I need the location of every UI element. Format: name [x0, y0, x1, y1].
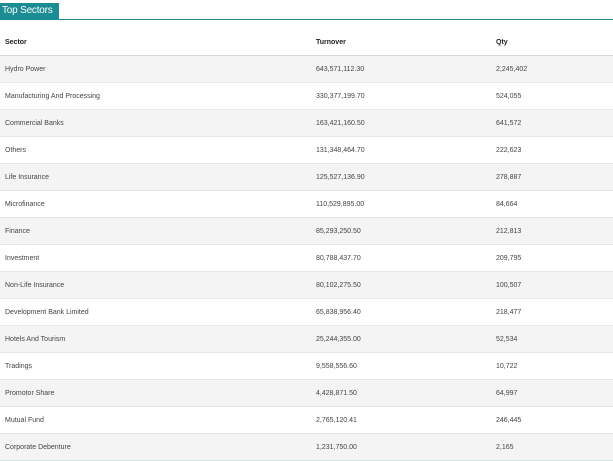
sector-cell: Corporate Debenture	[0, 433, 311, 461]
sector-cell: Others	[0, 136, 311, 164]
qty-cell: 218,477	[491, 298, 613, 326]
turnover-cell: 80,788,437.70	[311, 244, 491, 272]
column-header-turnover[interactable]: Turnover	[311, 29, 491, 56]
sector-cell: Investment	[0, 244, 311, 272]
table-row[interactable]: Mutual Fund 2,765,120.41 246,445	[0, 406, 613, 434]
qty-cell: 209,795	[491, 244, 613, 272]
top-sectors-panel: Top Sectors Sector Turnover Qty Hydro Po…	[0, 0, 613, 461]
qty-cell: 222,623	[491, 136, 613, 164]
table-row[interactable]: Microfinance 110,529,895.00 84,664	[0, 190, 613, 218]
turnover-cell: 85,293,250.50	[311, 217, 491, 245]
sector-cell: Life Insurance	[0, 163, 311, 191]
table-row[interactable]: Investment 80,788,437.70 209,795	[0, 244, 613, 272]
turnover-cell: 2,765,120.41	[311, 406, 491, 434]
qty-cell: 64,997	[491, 379, 613, 407]
qty-cell: 100,507	[491, 271, 613, 299]
turnover-cell: 131,348,464.70	[311, 136, 491, 164]
table-row[interactable]: Promotor Share 4,428,871.50 64,997	[0, 379, 613, 407]
turnover-cell: 4,428,871.50	[311, 379, 491, 407]
table-row[interactable]: Corporate Debenture 1,231,750.00 2,165	[0, 433, 613, 461]
sector-cell: Mutual Fund	[0, 406, 311, 434]
qty-cell: 2,245,402	[491, 55, 613, 83]
turnover-cell: 110,529,895.00	[311, 190, 491, 218]
turnover-cell: 80,102,275.50	[311, 271, 491, 299]
tab-bar: Top Sectors	[0, 0, 613, 20]
sector-cell: Hydro Power	[0, 55, 311, 83]
sector-cell: Manufacturing And Processing	[0, 82, 311, 110]
turnover-cell: 125,527,136.90	[311, 163, 491, 191]
qty-cell: 84,664	[491, 190, 613, 218]
qty-cell: 10,722	[491, 352, 613, 380]
table-row[interactable]: Others 131,348,464.70 222,623	[0, 136, 613, 164]
sector-cell: Finance	[0, 217, 311, 245]
turnover-cell: 330,377,199.70	[311, 82, 491, 110]
table-row[interactable]: Tradings 9,558,556.60 10,722	[0, 352, 613, 380]
turnover-cell: 9,558,556.60	[311, 352, 491, 380]
turnover-cell: 643,571,112.30	[311, 55, 491, 83]
table-row[interactable]: Development Bank Limited 65,838,956.40 2…	[0, 298, 613, 326]
turnover-cell: 65,838,956.40	[311, 298, 491, 326]
tab-top-sectors[interactable]: Top Sectors	[0, 3, 59, 19]
table-row[interactable]: Hotels And Tourism 25,244,355.00 52,534	[0, 325, 613, 353]
table-row[interactable]: Manufacturing And Processing 330,377,199…	[0, 82, 613, 110]
qty-cell: 524,055	[491, 82, 613, 110]
qty-cell: 246,445	[491, 406, 613, 434]
table-row[interactable]: Hydro Power 643,571,112.30 2,245,402	[0, 55, 613, 83]
turnover-cell: 1,231,750.00	[311, 433, 491, 461]
qty-cell: 2,165	[491, 433, 613, 461]
turnover-cell: 25,244,355.00	[311, 325, 491, 353]
table-row[interactable]: Finance 85,293,250.50 212,813	[0, 217, 613, 245]
table-header-row: Sector Turnover Qty	[0, 29, 613, 56]
sector-cell: Microfinance	[0, 190, 311, 218]
column-header-sector[interactable]: Sector	[0, 29, 311, 56]
qty-cell: 212,813	[491, 217, 613, 245]
qty-cell: 278,887	[491, 163, 613, 191]
sectors-table: Sector Turnover Qty Hydro Power 643,571,…	[0, 29, 613, 461]
qty-cell: 52,534	[491, 325, 613, 353]
sector-cell: Tradings	[0, 352, 311, 380]
sector-cell: Development Bank Limited	[0, 298, 311, 326]
turnover-cell: 163,421,160.50	[311, 109, 491, 137]
sector-cell: Promotor Share	[0, 379, 311, 407]
sector-cell: Non-Life Insurance	[0, 271, 311, 299]
sector-cell: Commercial Banks	[0, 109, 311, 137]
table-row[interactable]: Life Insurance 125,527,136.90 278,887	[0, 163, 613, 191]
table-row[interactable]: Commercial Banks 163,421,160.50 641,572	[0, 109, 613, 137]
sector-cell: Hotels And Tourism	[0, 325, 311, 353]
table-row[interactable]: Non-Life Insurance 80,102,275.50 100,507	[0, 271, 613, 299]
column-header-qty[interactable]: Qty	[491, 29, 613, 56]
qty-cell: 641,572	[491, 109, 613, 137]
